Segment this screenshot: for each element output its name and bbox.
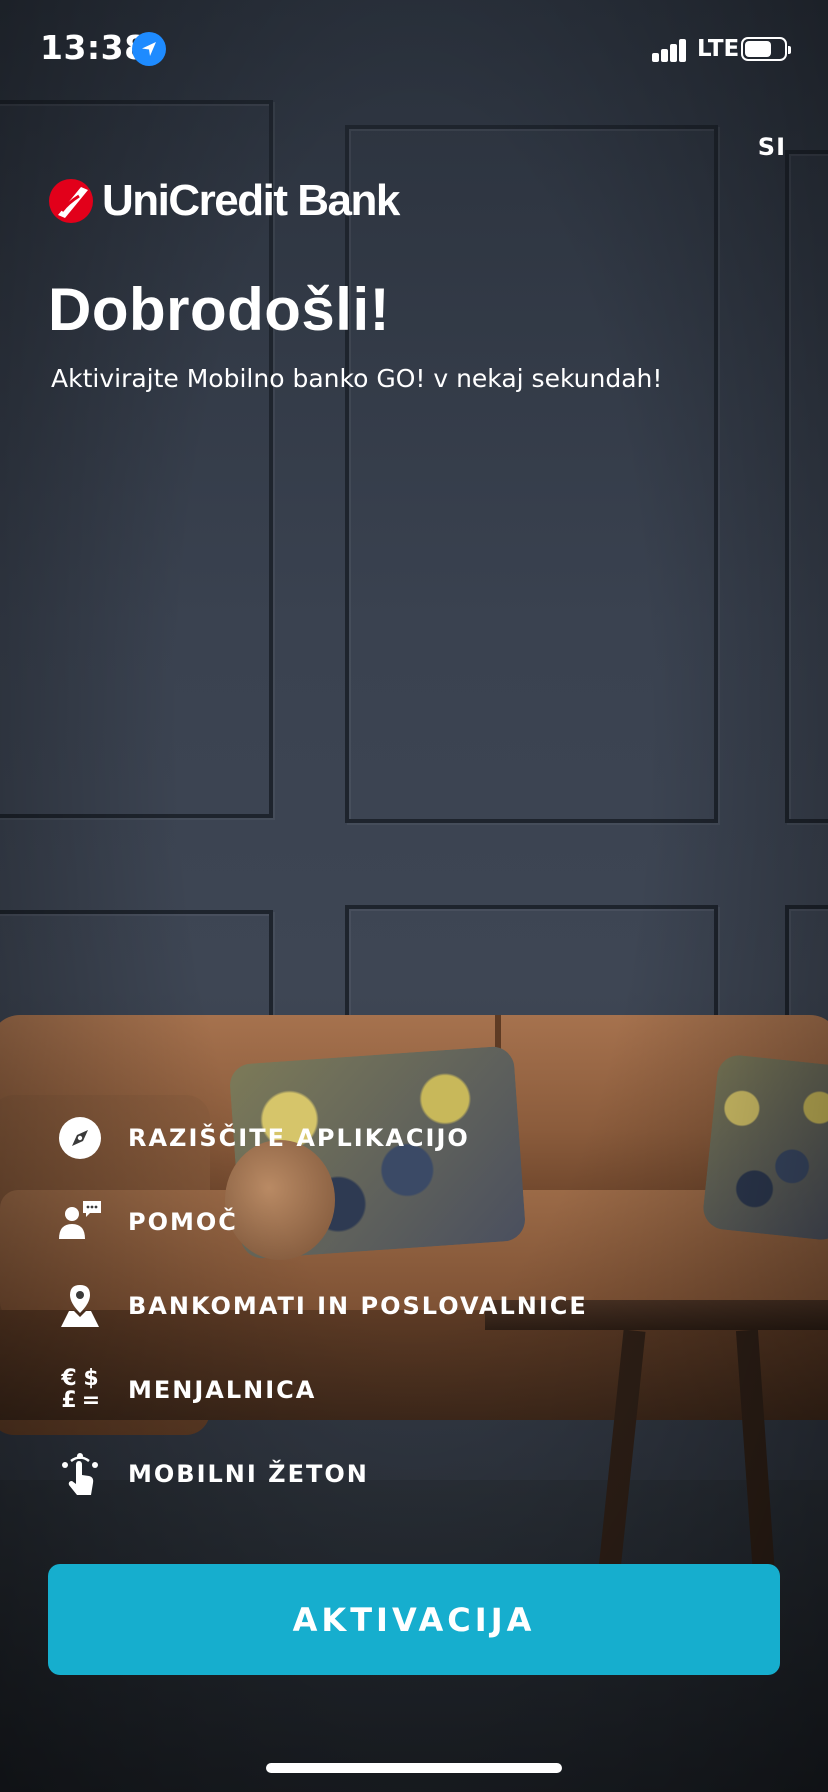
background-photo — [0, 0, 828, 1792]
dollar-symbol: $ — [83, 1366, 99, 1391]
map-pin-icon — [54, 1280, 106, 1332]
compass-icon — [54, 1112, 106, 1164]
page-subtitle: Aktivirajte Mobilno banko GO! v nekaj se… — [51, 364, 663, 393]
location-arrow-icon — [132, 32, 166, 66]
menu-item-atms-branches[interactable]: BANKOMATI IN POSLOVALNICE — [54, 1278, 654, 1334]
cellular-signal-icon — [652, 38, 688, 62]
equals-symbol: = — [81, 1388, 101, 1413]
menu-item-label: MENJALNICA — [128, 1376, 317, 1404]
touch-token-icon — [54, 1448, 106, 1500]
language-selector[interactable]: SI — [758, 133, 786, 161]
menu-item-label: MOBILNI ŽETON — [128, 1460, 369, 1488]
activation-button[interactable]: AKTIVACIJA — [48, 1564, 780, 1675]
unicredit-logo-icon — [49, 179, 93, 223]
status-bar: 13:38 LTE — [0, 0, 828, 100]
menu-item-exchange[interactable]: € $ £ = MENJALNICA — [54, 1362, 654, 1418]
currency-exchange-icon: € $ £ = — [54, 1364, 106, 1416]
menu-item-mobile-token[interactable]: MOBILNI ŽETON — [54, 1446, 654, 1502]
menu-item-label: POMOČ — [128, 1208, 238, 1236]
help-chat-icon — [54, 1196, 106, 1248]
network-type: LTE — [697, 36, 740, 62]
unicredit-logo: UniCredit Bank — [48, 176, 400, 226]
home-indicator[interactable] — [266, 1763, 562, 1773]
brand-name: UniCredit Bank — [102, 176, 400, 225]
page-title: Dobrodošli! — [48, 276, 391, 343]
battery-icon — [741, 37, 791, 61]
menu-item-explore-app[interactable]: RAZIŠČITE APLIKACIJO — [54, 1110, 654, 1166]
menu-item-label: RAZIŠČITE APLIKACIJO — [128, 1124, 470, 1152]
euro-symbol: € — [61, 1366, 77, 1391]
menu-item-label: BANKOMATI IN POSLOVALNICE — [128, 1292, 588, 1320]
pound-symbol: £ — [61, 1388, 77, 1413]
menu-item-help[interactable]: POMOČ — [54, 1194, 654, 1250]
